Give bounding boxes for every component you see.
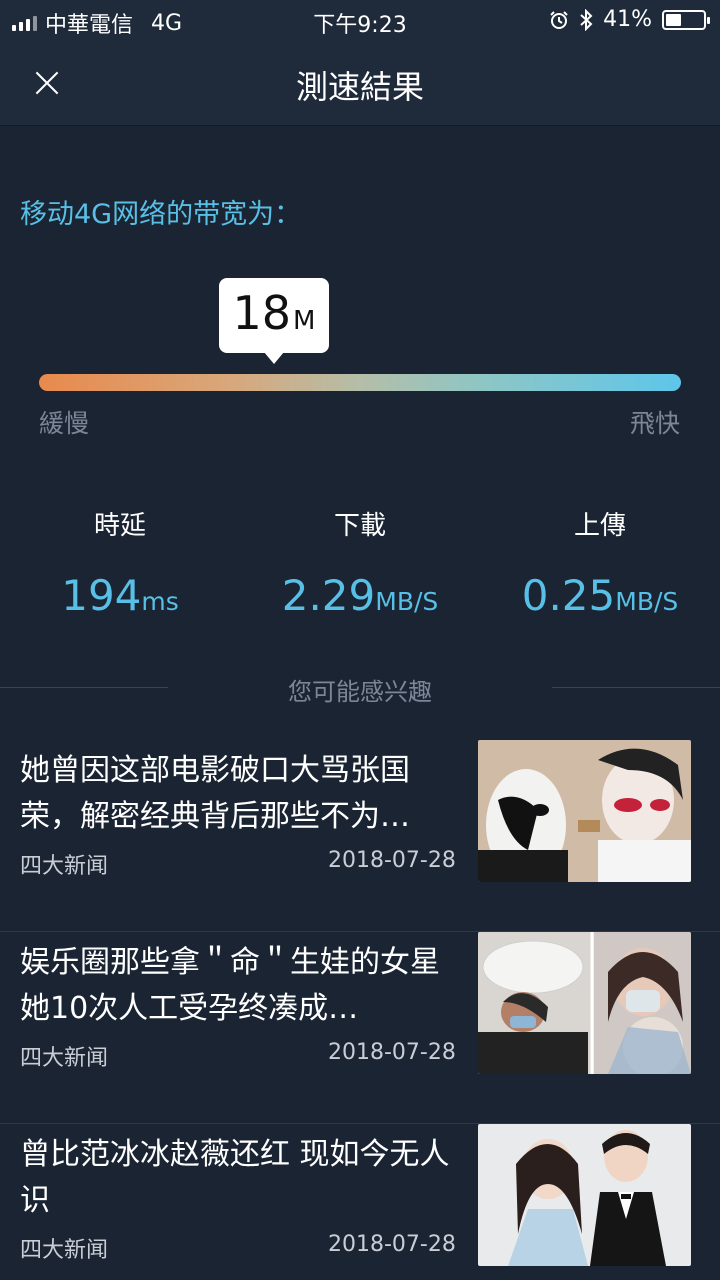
upload-unit: MB/S <box>615 587 679 616</box>
speed-bar <box>39 374 681 391</box>
upload-metric: 上傳 0.25MB/S <box>480 505 720 620</box>
download-unit: MB/S <box>375 587 439 616</box>
status-bar: 中華電信 4G 下午9:23 41% <box>0 0 720 40</box>
latency-label: 時延 <box>93 511 146 541</box>
news-title: 曾比范冰冰赵薇还红 现如今无人识 <box>20 1137 450 1218</box>
bandwidth-bubble: 18 M <box>219 278 329 364</box>
download-value: 2.29 <box>281 571 376 620</box>
slow-label: 緩慢 <box>39 409 90 438</box>
bandwidth-unit: M <box>293 306 316 336</box>
page-title: 測速結果 <box>295 68 424 106</box>
latency-metric: 時延 194ms <box>0 505 240 620</box>
interest-divider: 您可能感兴趣 <box>0 670 720 706</box>
interest-label: 您可能感兴趣 <box>288 678 432 706</box>
news-source: 四大新闻 <box>20 1238 109 1263</box>
news-source: 四大新闻 <box>20 854 109 879</box>
latency-value: 194 <box>61 571 142 620</box>
download-label: 下載 <box>333 511 386 541</box>
news-title: 娱乐圈那些拿＂命＂生娃的女星 她10次人工受孕终凑成… <box>20 945 440 1026</box>
app-header: 測速結果 <box>0 40 720 126</box>
news-item[interactable]: 她曾因这部电影破口大骂张国荣，解密经典背后那些不为… 四大新闻 2018-07-… <box>0 740 720 932</box>
bandwidth-value: 18 <box>232 286 292 340</box>
news-item[interactable]: 曾比范冰冰赵薇还红 现如今无人识 四大新闻 2018-07-28 <box>0 1124 720 1280</box>
news-thumbnail <box>478 740 691 882</box>
news-item[interactable]: 娱乐圈那些拿＂命＂生娃的女星 她10次人工受孕终凑成… 四大新闻 2018-07… <box>0 932 720 1124</box>
download-metric: 下載 2.29MB/S <box>240 505 480 620</box>
alarm-icon <box>550 10 568 29</box>
news-title: 她曾因这部电影破口大骂张国荣，解密经典背后那些不为… <box>20 753 410 834</box>
divider-line-right <box>552 687 720 688</box>
status-right: 41% <box>549 7 710 32</box>
news-thumbnail <box>478 1124 691 1266</box>
battery-fill <box>666 13 681 26</box>
news-date: 2018-07-28 <box>328 848 456 873</box>
battery-percent: 41% <box>603 7 652 32</box>
news-date: 2018-07-28 <box>328 1232 456 1257</box>
fast-label: 飛快 <box>629 409 680 438</box>
news-date: 2018-07-28 <box>328 1040 456 1065</box>
bandwidth-label: 移动4G网络的带宽为： <box>20 199 302 230</box>
bluetooth-icon <box>580 8 593 31</box>
news-source: 四大新闻 <box>20 1046 109 1071</box>
battery-icon <box>662 9 710 30</box>
latency-unit: ms <box>141 587 179 616</box>
news-thumbnail <box>478 932 691 1074</box>
upload-label: 上傳 <box>573 511 626 541</box>
upload-value: 0.25 <box>521 571 616 620</box>
